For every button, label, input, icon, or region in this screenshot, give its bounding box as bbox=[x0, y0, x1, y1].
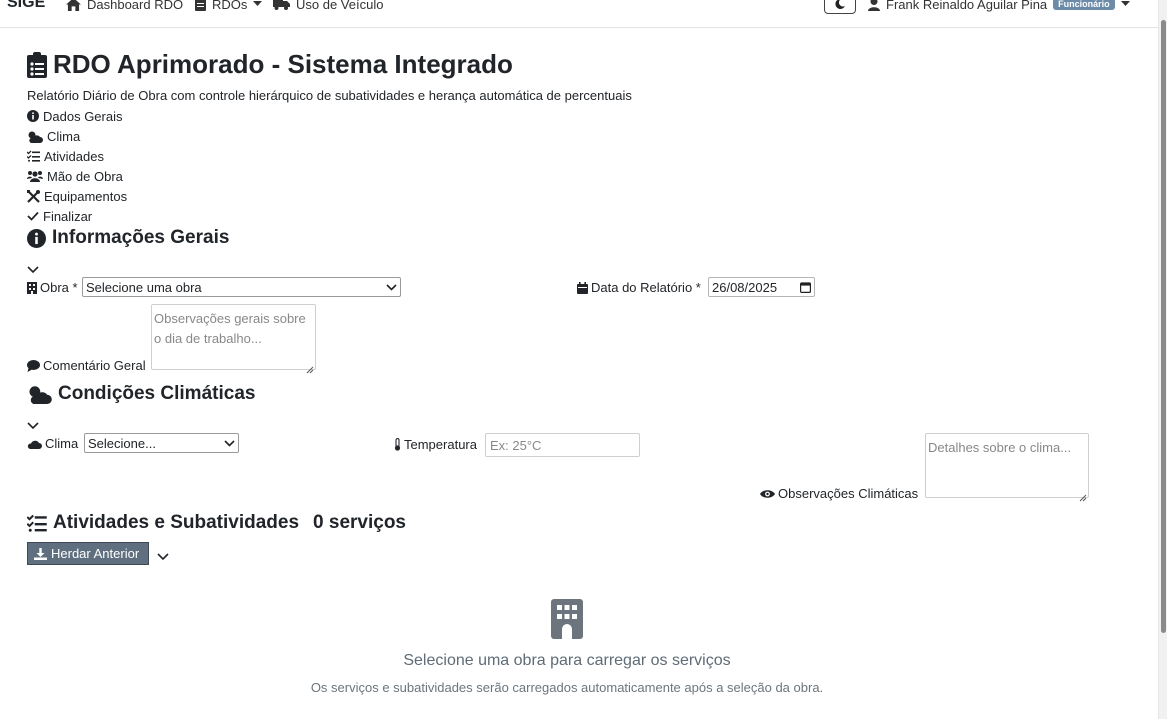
comment-icon bbox=[27, 359, 40, 372]
resize-handle-icon[interactable] bbox=[306, 360, 314, 374]
resize-handle-icon[interactable] bbox=[1079, 488, 1087, 502]
step-label: Atividades bbox=[44, 148, 104, 164]
nav-veiculo-label: Uso de Veículo bbox=[296, 0, 384, 12]
truck-icon bbox=[273, 0, 290, 10]
users-icon bbox=[27, 170, 43, 182]
calendar-icon[interactable] bbox=[800, 281, 811, 293]
page-scrollbar[interactable] bbox=[1158, 0, 1167, 719]
caret-down-icon bbox=[1120, 1, 1130, 7]
brand-logo[interactable]: SIGE bbox=[7, 0, 45, 12]
step-dados-gerais[interactable]: Dados Gerais bbox=[27, 108, 122, 124]
step-label: Dados Gerais bbox=[43, 108, 123, 124]
observacoes-climaticas-textarea[interactable]: Detalhes sobre o clima... bbox=[925, 433, 1089, 502]
page-title-text: RDO Aprimorado - Sistema Integrado bbox=[53, 49, 513, 79]
info-circle-icon bbox=[27, 228, 46, 248]
section-informacoes-gerais-title: Informações Gerais bbox=[27, 227, 229, 249]
user-icon bbox=[868, 0, 880, 11]
chevron-down-icon[interactable] bbox=[157, 549, 169, 564]
chevron-down-icon bbox=[386, 283, 397, 291]
info-circle-icon bbox=[27, 110, 39, 122]
tasks-icon bbox=[27, 514, 47, 532]
building-icon bbox=[27, 281, 37, 294]
observacoes-climaticas-placeholder: Detalhes sobre o clima... bbox=[928, 440, 1072, 455]
step-label: Finalizar bbox=[43, 208, 93, 224]
herdar-anterior-button[interactable]: Herdar Anterior bbox=[27, 542, 149, 565]
cloud-icon bbox=[27, 438, 42, 449]
data-relatorio-input[interactable]: 26/08/2025 bbox=[708, 277, 815, 297]
section-title-text: Atividades e Subatividades bbox=[53, 512, 300, 533]
chevron-down-icon[interactable] bbox=[27, 262, 39, 274]
clipboard-list-icon bbox=[27, 51, 47, 78]
section-title-text: Condições Climáticas bbox=[58, 383, 256, 404]
calendar-icon bbox=[577, 281, 588, 294]
clima-label: Clima bbox=[27, 436, 78, 451]
clipboard-icon bbox=[195, 0, 206, 11]
step-clima[interactable]: Clima bbox=[27, 128, 80, 144]
obra-label: Obra * bbox=[27, 280, 78, 295]
clima-select[interactable]: Selecione... bbox=[84, 433, 239, 453]
nav-dashboard-label: Dashboard RDO bbox=[87, 0, 184, 12]
obra-select-value: Selecione uma obra bbox=[86, 279, 202, 295]
cloud-sun-icon bbox=[27, 130, 43, 143]
nav-dashboard-link[interactable]: Dashboard RDO bbox=[66, 0, 183, 13]
user-name: Frank Reinaldo Aguilar Pina bbox=[886, 0, 1048, 12]
section-atividades-title: Atividades e Subatividades 0 serviços bbox=[27, 512, 406, 534]
chevron-down-icon bbox=[224, 439, 235, 447]
tasks-icon bbox=[27, 150, 40, 162]
download-icon bbox=[34, 547, 47, 560]
nav-rdos-dropdown[interactable]: RDOs bbox=[195, 0, 263, 13]
step-atividades[interactable]: Atividades bbox=[27, 148, 104, 164]
check-icon bbox=[27, 211, 39, 221]
role-badge: Funcionário bbox=[1053, 0, 1115, 10]
user-menu[interactable]: Frank Reinaldo Aguilar Pina Funcionário bbox=[868, 0, 1130, 13]
step-label: Equipamentos bbox=[44, 188, 128, 204]
scrollbar-thumb[interactable] bbox=[1161, 20, 1166, 633]
observacoes-climaticas-label: Observações Climáticas bbox=[760, 486, 918, 501]
step-equipamentos[interactable]: Equipamentos bbox=[27, 188, 127, 204]
theme-toggle-button[interactable] bbox=[824, 0, 856, 14]
top-navbar: SIGE Dashboard RDO RDOs Uso de Veículo F… bbox=[0, 0, 1158, 28]
eye-icon bbox=[760, 489, 775, 499]
page-subtitle: Relatório Diário de Obra com controle hi… bbox=[27, 88, 632, 103]
cloud-sun-icon bbox=[27, 384, 52, 404]
temperatura-label-text: Temperatura bbox=[404, 437, 477, 452]
step-label: Clima bbox=[47, 128, 81, 144]
section-title-text: Informações Gerais bbox=[52, 227, 230, 248]
chevron-down-icon[interactable] bbox=[27, 418, 39, 430]
temperatura-input[interactable]: Ex: 25°C bbox=[485, 433, 640, 457]
comentario-label-text: Comentário Geral bbox=[43, 358, 146, 373]
moon-icon bbox=[835, 0, 845, 9]
obra-label-text: Obra * bbox=[40, 280, 78, 295]
nav-veiculo-link[interactable]: Uso de Veículo bbox=[273, 0, 383, 13]
clima-label-text: Clima bbox=[45, 436, 79, 451]
caret-down-icon bbox=[253, 1, 263, 7]
step-finalizar[interactable]: Finalizar bbox=[27, 208, 92, 224]
comentario-label: Comentário Geral bbox=[27, 358, 146, 373]
data-relatorio-label-text: Data do Relatório * bbox=[591, 280, 701, 295]
servicos-count: 0 serviços bbox=[313, 512, 406, 533]
nav-rdos-label: RDOs bbox=[212, 0, 248, 12]
home-icon bbox=[66, 0, 81, 11]
empty-state-subtitle: Os serviços e subatividades serão carreg… bbox=[310, 680, 824, 695]
data-relatorio-value: 26/08/2025 bbox=[712, 279, 778, 295]
page-title: RDO Aprimorado - Sistema Integrado bbox=[27, 49, 513, 80]
clima-select-value: Selecione... bbox=[88, 435, 156, 451]
step-label: Mão de Obra bbox=[47, 168, 123, 184]
temperatura-placeholder: Ex: 25°C bbox=[490, 437, 542, 453]
building-icon bbox=[551, 599, 583, 642]
thermometer-icon bbox=[394, 438, 401, 451]
obra-select[interactable]: Selecione uma obra bbox=[82, 277, 401, 297]
empty-state-title: Selecione uma obra para carregar os serv… bbox=[403, 652, 731, 669]
observacoes-climaticas-label-text: Observações Climáticas bbox=[778, 486, 919, 501]
temperatura-label: Temperatura bbox=[394, 437, 477, 452]
comentario-placeholder: Observações gerais sobre o dia de trabal… bbox=[154, 311, 306, 346]
data-relatorio-label: Data do Relatório * bbox=[577, 280, 701, 295]
herdar-anterior-label: Herdar Anterior bbox=[51, 546, 140, 561]
step-mao-de-obra[interactable]: Mão de Obra bbox=[27, 168, 123, 184]
section-condicoes-climaticas-title: Condições Climáticas bbox=[27, 383, 255, 405]
tools-icon bbox=[27, 189, 40, 203]
comentario-textarea[interactable]: Observações gerais sobre o dia de trabal… bbox=[151, 304, 316, 374]
